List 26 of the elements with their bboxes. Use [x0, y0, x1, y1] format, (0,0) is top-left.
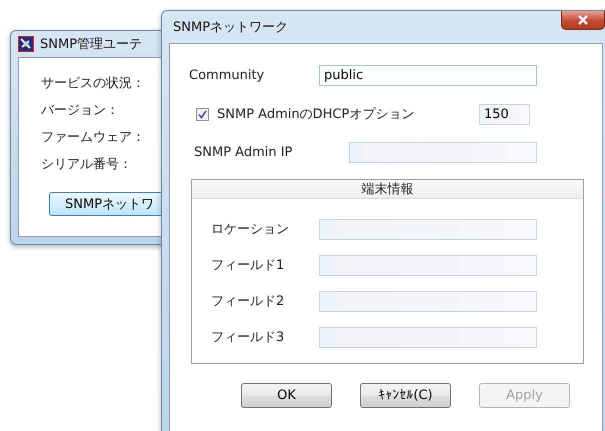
field-label: バージョン：	[41, 102, 120, 119]
field-label: ロケーション	[211, 221, 290, 238]
field-label: ファームウェア：	[41, 129, 146, 146]
dhcp-option-label: SNMP AdminのDHCPオプション	[217, 106, 416, 123]
close-button[interactable]	[561, 11, 605, 30]
group-title: 端末情報	[362, 181, 414, 198]
dialog-button[interactable]: ｷｬﾝｾﾙ(C)	[360, 383, 451, 408]
dhcp-option-field[interactable]: 150	[479, 104, 530, 124]
text-field[interactable]	[319, 254, 537, 276]
field-label: フィールド3	[211, 329, 286, 346]
close-icon	[577, 15, 589, 25]
field-label: シリアル番号：	[41, 156, 133, 173]
text-field[interactable]	[319, 326, 537, 348]
community-field[interactable]: public	[319, 64, 537, 86]
community-label: Community	[189, 68, 266, 82]
field-label: フィールド2	[211, 293, 286, 310]
dialog-button[interactable]: OK	[241, 383, 332, 408]
text-field[interactable]	[319, 218, 537, 240]
admin-ip-field[interactable]	[349, 142, 537, 162]
field-label: フィールド1	[211, 257, 286, 274]
admin-ip-label: SNMP Admin IP	[194, 144, 294, 160]
text-field[interactable]	[319, 290, 537, 312]
app-icon	[18, 36, 34, 52]
checkbox[interactable]	[196, 108, 209, 120]
window-title: SNMP管理ユーテ	[40, 36, 142, 53]
dialog-title: SNMPネットワーク	[173, 19, 288, 36]
